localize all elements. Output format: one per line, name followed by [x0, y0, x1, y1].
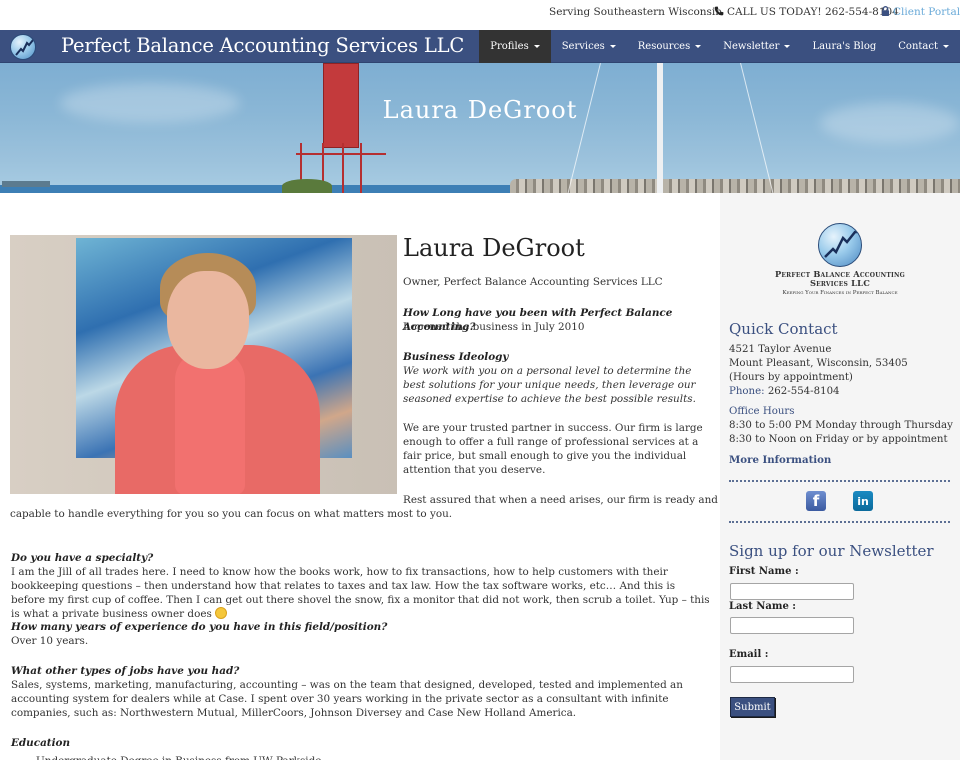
hours-note: (Hours by appointment)	[729, 372, 853, 383]
service-area-text: Serving Southeastern Wisconsin	[549, 6, 723, 18]
sidebar-logo[interactable]: Perfect Balance Accounting Services LLC …	[770, 223, 910, 303]
email-input[interactable]	[730, 666, 854, 683]
brand-name[interactable]: Perfect Balance Accounting Services LLC	[61, 34, 464, 57]
nav-label: Resources	[637, 41, 691, 52]
facebook-icon[interactable]: f	[806, 491, 826, 511]
caret-down-icon	[609, 45, 616, 48]
partner-paragraph: We are your trusted partner in success. …	[403, 422, 703, 476]
last-name-label: Last Name :	[729, 601, 796, 612]
smiley-emoji-icon	[215, 607, 228, 619]
last-name-input[interactable]	[730, 617, 854, 634]
nav-item-services[interactable]: Services	[551, 30, 627, 63]
trend-line-icon	[15, 39, 34, 56]
logo-globe-icon	[818, 223, 862, 267]
nav-item-profiles[interactable]: Profiles	[479, 30, 551, 63]
hero-banner: Laura DeGroot	[0, 63, 960, 193]
answer-experience: Over 10 years.	[11, 635, 89, 647]
call-us-text: CALL US TODAY! 262-554-8104	[727, 6, 899, 18]
lock-icon	[881, 6, 890, 16]
photo-person-face	[167, 271, 249, 369]
profile-photo	[10, 235, 397, 494]
answer-tenure: I opened the business in July 2010	[403, 321, 585, 333]
profile-role: Owner, Perfect Balance Accounting Servic…	[403, 276, 663, 288]
photo-person-scarf	[175, 350, 245, 494]
nav-label: Services	[561, 41, 605, 52]
distant-ship	[2, 181, 50, 187]
sailboat-rigging	[567, 63, 601, 193]
more-information-link[interactable]: More Information	[729, 453, 831, 467]
breakwater-rocks	[510, 179, 960, 193]
sailboat-mast	[657, 63, 663, 193]
phone-line: Phone: 262-554-8104	[729, 385, 840, 399]
first-name-input[interactable]	[730, 583, 854, 600]
office-hours-heading: Office Hours	[729, 406, 795, 417]
question-specialty: Do you have a specialty?	[11, 552, 154, 564]
trend-line-icon	[824, 230, 861, 258]
nav-label: Newsletter	[723, 41, 780, 52]
ideology-text: We work with you on a personal level to …	[403, 365, 696, 405]
sidebar: Perfect Balance Accounting Services LLC …	[720, 193, 960, 760]
top-utility-bar: Serving Southeastern Wisconsin CALL US T…	[0, 0, 960, 30]
nav-item-resources[interactable]: Resources	[627, 30, 712, 63]
nav-menu: Profiles Services Resources Newsletter L…	[479, 30, 960, 63]
main-navbar: Perfect Balance Accounting Services LLC …	[0, 30, 960, 63]
first-name-label: First Name :	[729, 566, 799, 577]
phone-label: Phone:	[729, 386, 765, 397]
bush	[282, 179, 332, 193]
caret-down-icon	[784, 45, 791, 48]
education-heading: Education	[11, 737, 71, 749]
education-item: Undergraduate Degree in Business from UW…	[36, 754, 321, 760]
nav-item-newsletter[interactable]: Newsletter	[712, 30, 801, 63]
rest-assured-line2: capable to handle everything for you so …	[10, 508, 453, 520]
phone-icon	[714, 6, 724, 16]
linkedin-icon[interactable]: in	[853, 491, 873, 511]
question-other-jobs: What other types of jobs have you had?	[11, 665, 240, 677]
quick-contact-heading: Quick Contact	[729, 320, 838, 338]
hours-line1: 8:30 to 5:00 PM Monday through Thursday	[729, 420, 953, 431]
lighthouse-rail	[296, 153, 386, 155]
main-content: Laura DeGroot Owner, Perfect Balance Acc…	[0, 193, 720, 760]
ideology-heading: Business Ideology	[403, 351, 509, 363]
address-line1: 4521 Taylor Avenue	[729, 344, 832, 355]
lighthouse-leg	[342, 143, 344, 193]
answer-other-jobs: Sales, systems, marketing, manufacturing…	[11, 679, 683, 719]
address-line2: Mount Pleasant, Wisconsin, 53405	[729, 358, 908, 369]
nav-item-contact[interactable]: Contact	[887, 30, 960, 63]
nav-label: Profiles	[490, 41, 529, 52]
email-label: Email :	[729, 649, 769, 660]
logo-tagline: Keeping Your Finances in Perfect Balance	[782, 290, 898, 296]
nav-label: Contact	[898, 41, 938, 52]
divider	[729, 521, 950, 523]
sailboat-rigging	[740, 63, 774, 193]
answer-specialty-text: I am the Jill of all trades here. I need…	[11, 566, 710, 620]
client-portal-link[interactable]: Client Portal	[881, 6, 960, 18]
profile-name: Laura DeGroot	[403, 234, 585, 262]
call-us-link[interactable]: CALL US TODAY! 262-554-8104	[714, 6, 899, 18]
nav-item-lauras-blog[interactable]: Laura's Blog	[801, 30, 887, 63]
caret-down-icon	[533, 45, 540, 48]
caret-down-icon	[943, 45, 949, 48]
divider	[729, 480, 950, 482]
phone-number[interactable]: 262-554-8104	[768, 386, 840, 397]
caret-down-icon	[695, 45, 702, 48]
lighthouse-leg	[360, 143, 362, 193]
brand-logo-icon[interactable]	[10, 34, 36, 60]
question-experience: How many years of experience do you have…	[11, 621, 388, 633]
hours-line2: 8:30 to Noon on Friday or by appointment	[729, 434, 948, 445]
submit-button[interactable]: Submit	[730, 697, 775, 717]
nav-label: Laura's Blog	[812, 41, 877, 52]
hero-title: Laura DeGroot	[382, 96, 578, 124]
logo-company-name: Perfect Balance Accounting Services LLC	[774, 269, 906, 288]
client-portal-text: Client Portal	[893, 6, 960, 18]
answer-specialty: I am the Jill of all trades here. I need…	[11, 565, 711, 621]
newsletter-heading: Sign up for our Newsletter	[729, 542, 934, 560]
rest-assured-line1: Rest assured that when a need arises, ou…	[403, 494, 718, 506]
